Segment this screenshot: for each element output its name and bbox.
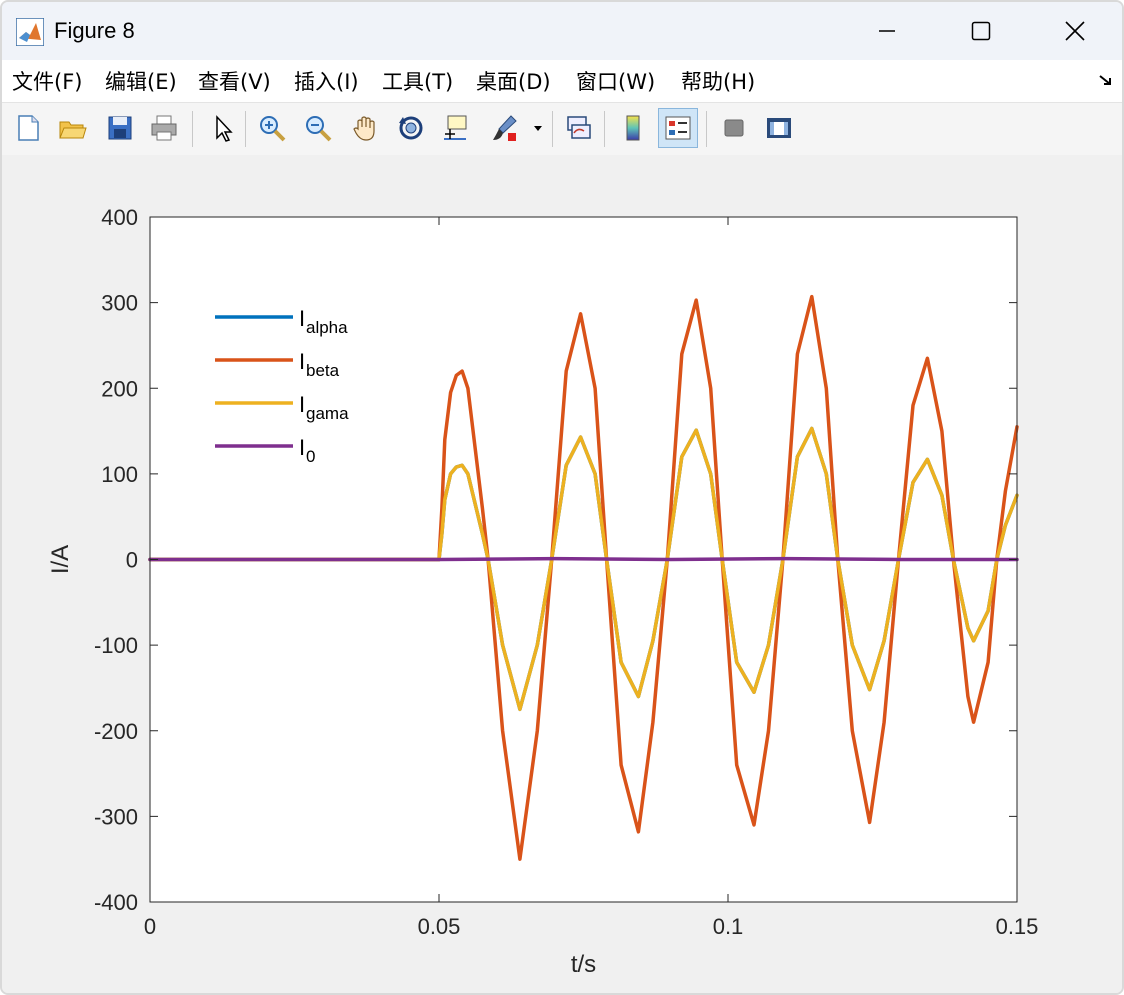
matlab-logo-icon bbox=[16, 18, 44, 46]
legend-label-sub: beta bbox=[306, 361, 340, 380]
x-axis-label: t/s bbox=[571, 951, 596, 978]
legend-label-main: I bbox=[299, 349, 305, 374]
menu-desktop[interactable]: 桌面(D) bbox=[476, 66, 551, 96]
minimize-icon bbox=[879, 30, 895, 32]
legend-icon bbox=[665, 116, 691, 140]
figure-window: Figure 8 文件(F) 编辑(E) 查看(V) 插入(I) 工具(T) 桌… bbox=[0, 0, 1124, 995]
show-plot-tools-button[interactable] bbox=[759, 108, 799, 148]
open-icon bbox=[59, 121, 87, 139]
legend-label-main: I bbox=[299, 435, 305, 460]
pan-button[interactable] bbox=[345, 108, 385, 148]
print-icon bbox=[151, 115, 177, 141]
x-tick-label: 0.1 bbox=[713, 914, 744, 939]
pointer-button[interactable] bbox=[202, 108, 242, 148]
legend-label-main: I bbox=[299, 392, 305, 417]
open-button[interactable] bbox=[52, 108, 92, 148]
y-tick-label: 400 bbox=[101, 205, 138, 230]
save-icon bbox=[108, 116, 132, 140]
hide-plot-tools-icon bbox=[724, 119, 744, 137]
legend-button[interactable] bbox=[658, 108, 698, 148]
title-bar[interactable]: Figure 8 bbox=[2, 2, 1122, 60]
y-tick-label: 100 bbox=[101, 462, 138, 487]
figure-canvas: 0 0.05 0.1 0.15 -400 -300 -200 -100 0 100 200 300 40… bbox=[2, 155, 1122, 993]
toolbar-separator bbox=[552, 111, 553, 147]
rotate-icon bbox=[399, 116, 423, 140]
plot-svg[interactable]: 0 0.05 0.1 0.15 -400 -300 -200 -100 0 100 200 300 40… bbox=[2, 155, 1122, 993]
new-figure-icon bbox=[18, 115, 39, 141]
y-tick-label: -100 bbox=[94, 633, 138, 658]
pointer-icon bbox=[216, 115, 233, 142]
y-tick-label: -200 bbox=[94, 719, 138, 744]
pan-icon bbox=[353, 116, 375, 141]
menu-bar: 文件(F) 编辑(E) 查看(V) 插入(I) 工具(T) 桌面(D) 窗口(W… bbox=[2, 60, 1122, 102]
x-tick-label: 0.15 bbox=[996, 914, 1039, 939]
maximize-icon bbox=[971, 21, 991, 41]
legend-label-sub: 0 bbox=[306, 447, 315, 466]
menu-help[interactable]: 帮助(H) bbox=[681, 66, 755, 96]
legend-label-sub: alpha bbox=[306, 318, 348, 337]
menu-view[interactable]: 查看(V) bbox=[198, 66, 271, 96]
colorbar-button[interactable] bbox=[613, 108, 653, 148]
minimize-button[interactable] bbox=[840, 2, 934, 60]
link-plot-button[interactable] bbox=[559, 108, 599, 148]
print-button[interactable] bbox=[144, 108, 184, 148]
x-tick-label: 0.05 bbox=[418, 914, 461, 939]
show-plot-tools-icon bbox=[767, 118, 791, 138]
menu-window[interactable]: 窗口(W) bbox=[576, 66, 655, 96]
rotate-button[interactable] bbox=[391, 108, 431, 148]
zoom-in-icon bbox=[260, 116, 286, 142]
close-icon bbox=[1065, 21, 1085, 41]
y-tick-label: 200 bbox=[101, 376, 138, 401]
toolbar-separator bbox=[604, 111, 605, 147]
zoom-in-button[interactable] bbox=[252, 108, 292, 148]
brush-icon bbox=[493, 115, 517, 141]
series-i0[interactable] bbox=[148, 556, 1019, 562]
y-axis-label: I/A bbox=[47, 545, 74, 574]
toolbar-separator bbox=[245, 111, 246, 147]
colorbar-icon bbox=[626, 115, 640, 141]
dropdown-arrow-icon bbox=[534, 126, 542, 131]
data-cursor-button[interactable] bbox=[435, 108, 475, 148]
y-tick-label: 0 bbox=[126, 548, 138, 573]
save-button[interactable] bbox=[100, 108, 140, 148]
toolbar-separator bbox=[706, 111, 707, 147]
zoom-out-icon bbox=[306, 116, 332, 142]
close-button[interactable] bbox=[1028, 2, 1122, 60]
toolbar-separator bbox=[192, 111, 193, 147]
zoom-out-button[interactable] bbox=[298, 108, 338, 148]
legend-label-sub: gama bbox=[306, 404, 349, 423]
menu-edit[interactable]: 编辑(E) bbox=[105, 66, 177, 96]
menu-insert[interactable]: 插入(I) bbox=[294, 66, 359, 96]
link-plot-icon bbox=[567, 116, 591, 139]
data-cursor-icon bbox=[444, 115, 467, 140]
toolbar bbox=[2, 102, 1122, 156]
menu-file[interactable]: 文件(F) bbox=[12, 66, 82, 96]
y-tick-label: 300 bbox=[101, 291, 138, 316]
hide-plot-tools-button[interactable] bbox=[714, 108, 754, 148]
legend-label-main: I bbox=[299, 306, 305, 331]
brush-dropdown-button[interactable] bbox=[528, 108, 548, 148]
menu-tools[interactable]: 工具(T) bbox=[382, 66, 453, 96]
new-figure-button[interactable] bbox=[8, 108, 48, 148]
menu-overflow-arrow-icon[interactable] bbox=[1098, 72, 1114, 88]
y-tick-label: -400 bbox=[94, 890, 138, 915]
brush-button[interactable] bbox=[484, 108, 524, 148]
y-tick-label: -300 bbox=[94, 804, 138, 829]
x-tick-label: 0 bbox=[144, 914, 156, 939]
maximize-button[interactable] bbox=[934, 2, 1028, 60]
window-title: Figure 8 bbox=[54, 18, 135, 43]
